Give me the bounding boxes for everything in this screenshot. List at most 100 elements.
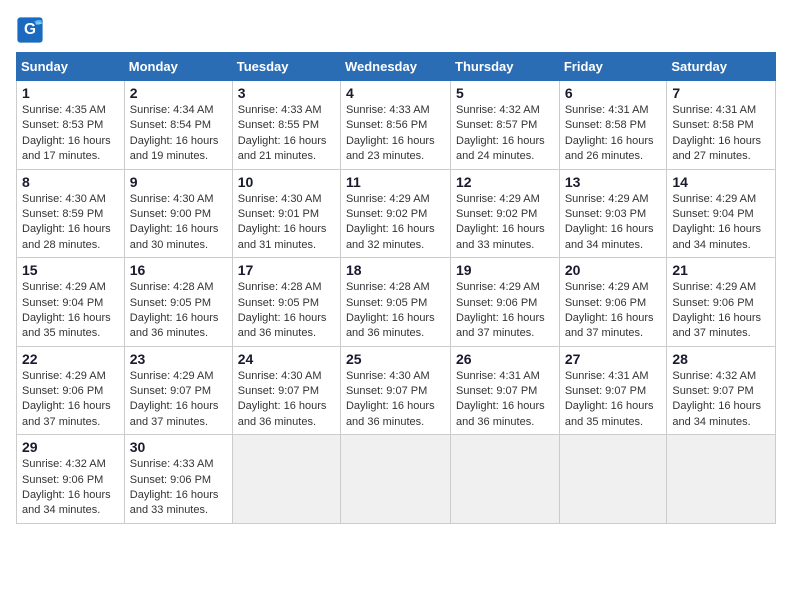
calendar-cell: 13 Sunrise: 4:29 AM Sunset: 9:03 PM Dayl… (559, 169, 667, 258)
day-number: 13 (565, 174, 662, 190)
calendar-cell: 6 Sunrise: 4:31 AM Sunset: 8:58 PM Dayli… (559, 81, 667, 170)
header-sunday: Sunday (17, 53, 125, 81)
calendar-cell: 15 Sunrise: 4:29 AM Sunset: 9:04 PM Dayl… (17, 258, 125, 347)
header-monday: Monday (124, 53, 232, 81)
day-number: 29 (22, 439, 119, 455)
day-number: 26 (456, 351, 554, 367)
day-detail: Sunrise: 4:33 AM Sunset: 8:56 PM Dayligh… (346, 103, 445, 165)
day-detail: Sunrise: 4:30 AM Sunset: 9:07 PM Dayligh… (238, 369, 335, 431)
calendar-cell: 29 Sunrise: 4:32 AM Sunset: 9:06 PM Dayl… (17, 435, 125, 524)
day-detail: Sunrise: 4:29 AM Sunset: 9:06 PM Dayligh… (456, 280, 554, 342)
day-number: 16 (130, 262, 227, 278)
day-detail: Sunrise: 4:34 AM Sunset: 8:54 PM Dayligh… (130, 103, 227, 165)
day-detail: Sunrise: 4:32 AM Sunset: 9:06 PM Dayligh… (22, 457, 119, 519)
day-number: 5 (456, 85, 554, 101)
day-detail: Sunrise: 4:29 AM Sunset: 9:04 PM Dayligh… (672, 192, 770, 254)
calendar-cell: 8 Sunrise: 4:30 AM Sunset: 8:59 PM Dayli… (17, 169, 125, 258)
day-detail: Sunrise: 4:33 AM Sunset: 9:06 PM Dayligh… (130, 457, 227, 519)
header-tuesday: Tuesday (232, 53, 340, 81)
day-detail: Sunrise: 4:28 AM Sunset: 9:05 PM Dayligh… (130, 280, 227, 342)
calendar-cell: 20 Sunrise: 4:29 AM Sunset: 9:06 PM Dayl… (559, 258, 667, 347)
day-number: 24 (238, 351, 335, 367)
calendar-cell: 4 Sunrise: 4:33 AM Sunset: 8:56 PM Dayli… (340, 81, 450, 170)
day-number: 10 (238, 174, 335, 190)
day-detail: Sunrise: 4:31 AM Sunset: 9:07 PM Dayligh… (456, 369, 554, 431)
day-number: 2 (130, 85, 227, 101)
day-number: 1 (22, 85, 119, 101)
day-detail: Sunrise: 4:31 AM Sunset: 8:58 PM Dayligh… (672, 103, 770, 165)
calendar-cell: 24 Sunrise: 4:30 AM Sunset: 9:07 PM Dayl… (232, 346, 340, 435)
day-number: 4 (346, 85, 445, 101)
header-friday: Friday (559, 53, 667, 81)
day-detail: Sunrise: 4:28 AM Sunset: 9:05 PM Dayligh… (238, 280, 335, 342)
calendar-cell: 5 Sunrise: 4:32 AM Sunset: 8:57 PM Dayli… (451, 81, 560, 170)
calendar-table: SundayMondayTuesdayWednesdayThursdayFrid… (16, 52, 776, 524)
day-number: 20 (565, 262, 662, 278)
day-detail: Sunrise: 4:35 AM Sunset: 8:53 PM Dayligh… (22, 103, 119, 165)
day-number: 28 (672, 351, 770, 367)
day-number: 30 (130, 439, 227, 455)
page-header: G (16, 16, 776, 44)
day-number: 22 (22, 351, 119, 367)
day-detail: Sunrise: 4:33 AM Sunset: 8:55 PM Dayligh… (238, 103, 335, 165)
logo-icon: G (16, 16, 44, 44)
calendar-cell: 7 Sunrise: 4:31 AM Sunset: 8:58 PM Dayli… (667, 81, 776, 170)
calendar-cell: 10 Sunrise: 4:30 AM Sunset: 9:01 PM Dayl… (232, 169, 340, 258)
day-number: 12 (456, 174, 554, 190)
calendar-cell: 9 Sunrise: 4:30 AM Sunset: 9:00 PM Dayli… (124, 169, 232, 258)
day-number: 25 (346, 351, 445, 367)
day-detail: Sunrise: 4:31 AM Sunset: 9:07 PM Dayligh… (565, 369, 662, 431)
calendar-cell: 27 Sunrise: 4:31 AM Sunset: 9:07 PM Dayl… (559, 346, 667, 435)
calendar-week-0: 1 Sunrise: 4:35 AM Sunset: 8:53 PM Dayli… (17, 81, 776, 170)
calendar-week-1: 8 Sunrise: 4:30 AM Sunset: 8:59 PM Dayli… (17, 169, 776, 258)
calendar-cell: 26 Sunrise: 4:31 AM Sunset: 9:07 PM Dayl… (451, 346, 560, 435)
calendar-cell (340, 435, 450, 524)
calendar-cell: 16 Sunrise: 4:28 AM Sunset: 9:05 PM Dayl… (124, 258, 232, 347)
calendar-cell (451, 435, 560, 524)
day-number: 8 (22, 174, 119, 190)
calendar-cell: 11 Sunrise: 4:29 AM Sunset: 9:02 PM Dayl… (340, 169, 450, 258)
calendar-cell (232, 435, 340, 524)
calendar-cell (559, 435, 667, 524)
day-detail: Sunrise: 4:29 AM Sunset: 9:06 PM Dayligh… (565, 280, 662, 342)
day-number: 21 (672, 262, 770, 278)
calendar-cell: 12 Sunrise: 4:29 AM Sunset: 9:02 PM Dayl… (451, 169, 560, 258)
calendar-cell: 18 Sunrise: 4:28 AM Sunset: 9:05 PM Dayl… (340, 258, 450, 347)
calendar-cell (667, 435, 776, 524)
day-detail: Sunrise: 4:29 AM Sunset: 9:04 PM Dayligh… (22, 280, 119, 342)
day-detail: Sunrise: 4:30 AM Sunset: 9:07 PM Dayligh… (346, 369, 445, 431)
day-number: 6 (565, 85, 662, 101)
day-number: 11 (346, 174, 445, 190)
day-detail: Sunrise: 4:29 AM Sunset: 9:07 PM Dayligh… (130, 369, 227, 431)
day-detail: Sunrise: 4:30 AM Sunset: 9:00 PM Dayligh… (130, 192, 227, 254)
svg-text:G: G (24, 21, 36, 38)
day-detail: Sunrise: 4:30 AM Sunset: 8:59 PM Dayligh… (22, 192, 119, 254)
day-detail: Sunrise: 4:30 AM Sunset: 9:01 PM Dayligh… (238, 192, 335, 254)
header-saturday: Saturday (667, 53, 776, 81)
day-number: 18 (346, 262, 445, 278)
calendar-cell: 23 Sunrise: 4:29 AM Sunset: 9:07 PM Dayl… (124, 346, 232, 435)
day-number: 27 (565, 351, 662, 367)
day-number: 9 (130, 174, 227, 190)
calendar-header: SundayMondayTuesdayWednesdayThursdayFrid… (17, 53, 776, 81)
day-detail: Sunrise: 4:28 AM Sunset: 9:05 PM Dayligh… (346, 280, 445, 342)
day-detail: Sunrise: 4:29 AM Sunset: 9:03 PM Dayligh… (565, 192, 662, 254)
logo: G (16, 16, 48, 44)
header-wednesday: Wednesday (340, 53, 450, 81)
calendar-cell: 19 Sunrise: 4:29 AM Sunset: 9:06 PM Dayl… (451, 258, 560, 347)
calendar-body: 1 Sunrise: 4:35 AM Sunset: 8:53 PM Dayli… (17, 81, 776, 524)
day-number: 17 (238, 262, 335, 278)
day-number: 23 (130, 351, 227, 367)
calendar-cell: 14 Sunrise: 4:29 AM Sunset: 9:04 PM Dayl… (667, 169, 776, 258)
day-number: 15 (22, 262, 119, 278)
calendar-week-4: 29 Sunrise: 4:32 AM Sunset: 9:06 PM Dayl… (17, 435, 776, 524)
calendar-week-3: 22 Sunrise: 4:29 AM Sunset: 9:06 PM Dayl… (17, 346, 776, 435)
calendar-cell: 3 Sunrise: 4:33 AM Sunset: 8:55 PM Dayli… (232, 81, 340, 170)
day-number: 3 (238, 85, 335, 101)
calendar-cell: 25 Sunrise: 4:30 AM Sunset: 9:07 PM Dayl… (340, 346, 450, 435)
calendar-cell: 28 Sunrise: 4:32 AM Sunset: 9:07 PM Dayl… (667, 346, 776, 435)
day-number: 7 (672, 85, 770, 101)
day-detail: Sunrise: 4:29 AM Sunset: 9:02 PM Dayligh… (456, 192, 554, 254)
calendar-cell: 21 Sunrise: 4:29 AM Sunset: 9:06 PM Dayl… (667, 258, 776, 347)
calendar-week-2: 15 Sunrise: 4:29 AM Sunset: 9:04 PM Dayl… (17, 258, 776, 347)
